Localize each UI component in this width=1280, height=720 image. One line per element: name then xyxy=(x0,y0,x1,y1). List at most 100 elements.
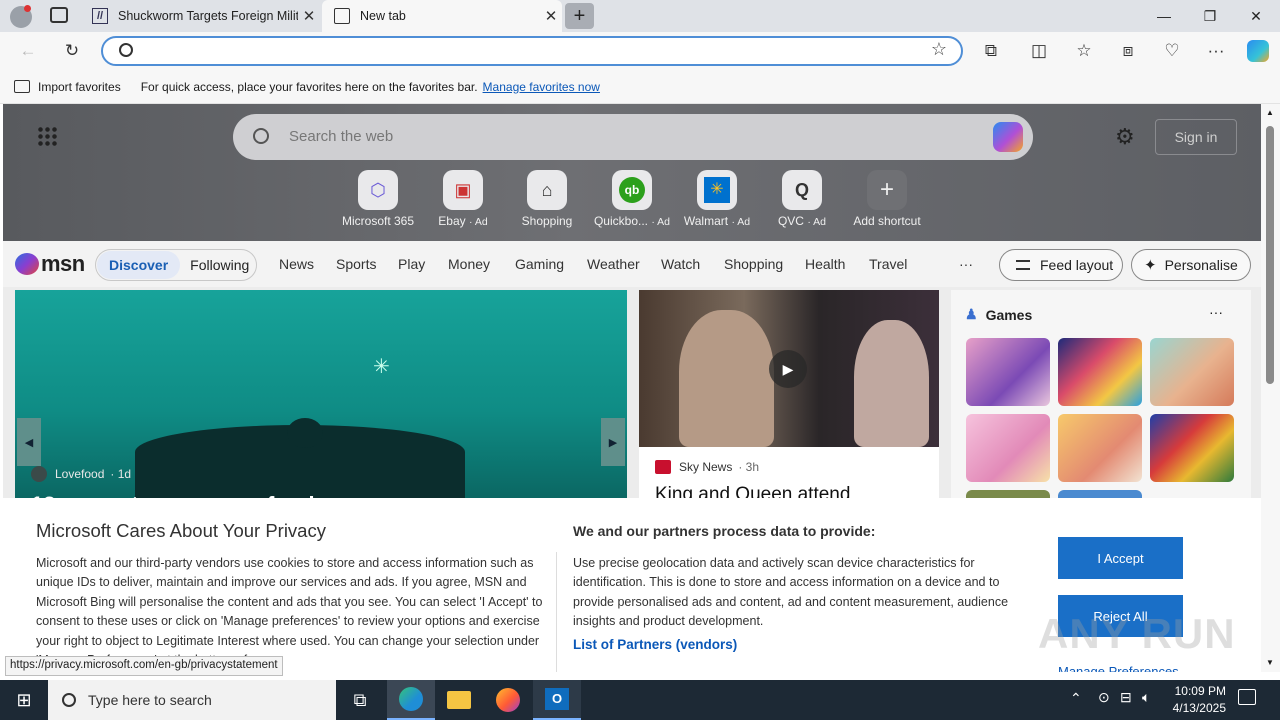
game-tile[interactable] xyxy=(1058,414,1142,482)
volume-icon[interactable]: 🔈︎ xyxy=(1142,689,1150,706)
nav-shopping[interactable]: Shopping xyxy=(724,256,783,272)
split-screen-icon[interactable]: ◫ xyxy=(1025,38,1053,64)
nav-gaming[interactable]: Gaming xyxy=(515,256,564,272)
shortcut-qvc[interactable]: Q QVC · Ad xyxy=(760,170,844,228)
extensions-icon[interactable]: ⧉ xyxy=(977,38,1005,64)
nav-sports[interactable]: Sports xyxy=(336,256,376,272)
shortcut-label: Walmart xyxy=(683,214,729,228)
personalise-icon: ✦ xyxy=(1144,257,1157,274)
show-hidden-icons-icon[interactable]: ⌃ xyxy=(1070,690,1082,707)
accept-button[interactable]: I Accept xyxy=(1058,537,1183,579)
shortcut-shopping[interactable]: ⌂ Shopping xyxy=(505,170,589,228)
game-tile[interactable] xyxy=(1150,338,1234,406)
game-tile[interactable] xyxy=(966,338,1050,406)
nav-watch[interactable]: Watch xyxy=(661,256,700,272)
close-tab-icon[interactable]: ✕ xyxy=(298,7,320,25)
personalise-button[interactable]: ✦ Personalise xyxy=(1131,249,1251,281)
msn-logo[interactable]: msn xyxy=(15,251,85,277)
tab-title: Shuckworm Targets Foreign Milit xyxy=(118,9,298,23)
manage-favorites-link[interactable]: Manage favorites now xyxy=(483,80,600,94)
scroll-up-arrow-icon[interactable]: ▲ xyxy=(1266,108,1274,117)
shortcut-microsoft-365[interactable]: ⬡ Microsoft 365 xyxy=(336,170,420,228)
carousel-next-button[interactable]: ▶ xyxy=(601,418,625,466)
games-icon: ♟ xyxy=(965,306,978,322)
outlook-icon[interactable]: O xyxy=(533,680,581,720)
microsoft-365-icon: ⬡ xyxy=(358,170,398,210)
profile-avatar[interactable] xyxy=(10,5,32,28)
shortcut-quickbooks[interactable]: qb Quickbo... · Ad xyxy=(590,170,674,228)
browser-essentials-icon[interactable]: ♡ xyxy=(1158,38,1186,64)
shortcut-ebay[interactable]: ▣ Ebay · Ad xyxy=(421,170,505,228)
game-tile[interactable] xyxy=(966,414,1050,482)
notifications-icon[interactable] xyxy=(1238,689,1256,705)
games-more-button[interactable]: ··· xyxy=(1209,304,1223,320)
nav-news[interactable]: News xyxy=(279,256,314,272)
games-header: ♟ Games xyxy=(965,306,1032,323)
msn-search-box[interactable]: Search the web xyxy=(233,114,1033,160)
nav-play[interactable]: Play xyxy=(398,256,425,272)
close-tab-icon[interactable]: ✕ xyxy=(540,7,562,25)
settings-gear-icon[interactable]: ⚙ xyxy=(1115,124,1135,150)
news-card-sky-news[interactable]: ▶ Sky News · 3h King and Queen attend xyxy=(639,290,939,510)
game-tile[interactable] xyxy=(1150,414,1234,482)
shortcut-walmart[interactable]: ✳ Walmart · Ad xyxy=(675,170,759,228)
apps-grid-icon[interactable] xyxy=(37,126,57,146)
address-bar[interactable]: ☆ xyxy=(101,36,963,66)
ad-label: · Ad xyxy=(469,216,488,228)
scroll-down-arrow-icon[interactable]: ▼ xyxy=(1266,658,1274,667)
firefox-icon[interactable] xyxy=(484,680,532,720)
sign-in-button[interactable]: Sign in xyxy=(1155,119,1237,155)
collections-icon[interactable]: ⧈ xyxy=(1114,38,1142,64)
tab-discover[interactable]: Discover xyxy=(97,251,181,279)
network-icon[interactable]: ⊟ xyxy=(1120,689,1132,706)
list-of-partners-link[interactable]: List of Partners (vendors) xyxy=(573,637,737,652)
nav-weather[interactable]: Weather xyxy=(587,256,640,272)
games-widget: ♟ Games ··· xyxy=(951,290,1251,510)
refresh-icon[interactable]: ↻ xyxy=(58,38,86,64)
copilot-icon[interactable] xyxy=(993,122,1023,152)
shortcut-label: Add shortcut xyxy=(853,214,921,228)
manage-preferences-link[interactable]: Manage Preferences xyxy=(1058,664,1179,672)
privacy-body: Microsoft and our third-party vendors us… xyxy=(36,556,543,667)
copilot-icon[interactable] xyxy=(1244,38,1272,64)
favorites-bar: Import favorites For quick access, place… xyxy=(0,70,1280,104)
restore-button[interactable]: ❐ xyxy=(1187,0,1233,32)
scroll-thumb[interactable] xyxy=(1266,126,1274,384)
tab-new-tab[interactable]: New tab ✕ xyxy=(322,0,562,32)
system-tray-icon[interactable]: ⊙ xyxy=(1098,689,1110,706)
minimize-button[interactable]: — xyxy=(1141,0,1187,32)
new-tab-button[interactable]: + xyxy=(565,3,594,29)
featured-card-lovefood[interactable]: ✳ ◀ ▶ Lovefood · 1d 13 ... most ... ... … xyxy=(15,290,627,510)
add-shortcut-button[interactable]: + Add shortcut xyxy=(845,170,929,228)
back-arrow-icon[interactable]: ← xyxy=(14,38,42,64)
tab-shuckworm[interactable]: // Shuckworm Targets Foreign Milit ✕ xyxy=(84,0,320,32)
task-view-icon[interactable]: ⧉ xyxy=(336,680,384,720)
article-age: · 1d xyxy=(110,467,132,481)
play-video-button[interactable]: ▶ xyxy=(769,350,807,388)
windows-start-icon[interactable]: ⊞ xyxy=(0,680,48,720)
nav-travel[interactable]: Travel xyxy=(869,256,907,272)
close-window-button[interactable]: ✕ xyxy=(1233,0,1279,32)
favorites-icon[interactable]: ☆ xyxy=(1070,38,1098,64)
edge-taskbar-icon[interactable] xyxy=(387,680,435,720)
page-scrollbar[interactable]: ▲ ▼ xyxy=(1261,104,1280,672)
nav-more-button[interactable]: ··· xyxy=(959,256,973,272)
favorite-star-icon[interactable]: ☆ xyxy=(931,39,947,60)
clock-date[interactable]: 4/13/2025 xyxy=(1164,701,1226,715)
game-tile[interactable] xyxy=(1058,338,1142,406)
nav-money[interactable]: Money xyxy=(448,256,490,272)
taskbar-search-box[interactable]: Type here to search xyxy=(48,680,336,720)
nav-health[interactable]: Health xyxy=(805,256,845,272)
file-explorer-icon[interactable] xyxy=(435,680,483,720)
tab-following[interactable]: Following xyxy=(186,251,253,279)
privacy-right-body: Use precise geolocation data and activel… xyxy=(573,556,1009,629)
carousel-prev-button[interactable]: ◀ xyxy=(17,418,41,466)
clock-time[interactable]: 10:09 PM xyxy=(1168,684,1226,698)
tab-title: New tab xyxy=(360,9,406,23)
shopping-tag-icon: ⌂ xyxy=(527,170,567,210)
feed-layout-button[interactable]: Feed layout xyxy=(999,249,1123,281)
more-menu-icon[interactable]: ··· xyxy=(1202,38,1230,64)
import-favorites-button[interactable]: Import favorites xyxy=(38,80,121,94)
source-name: Lovefood xyxy=(55,467,105,481)
tab-actions-icon[interactable] xyxy=(50,7,68,23)
